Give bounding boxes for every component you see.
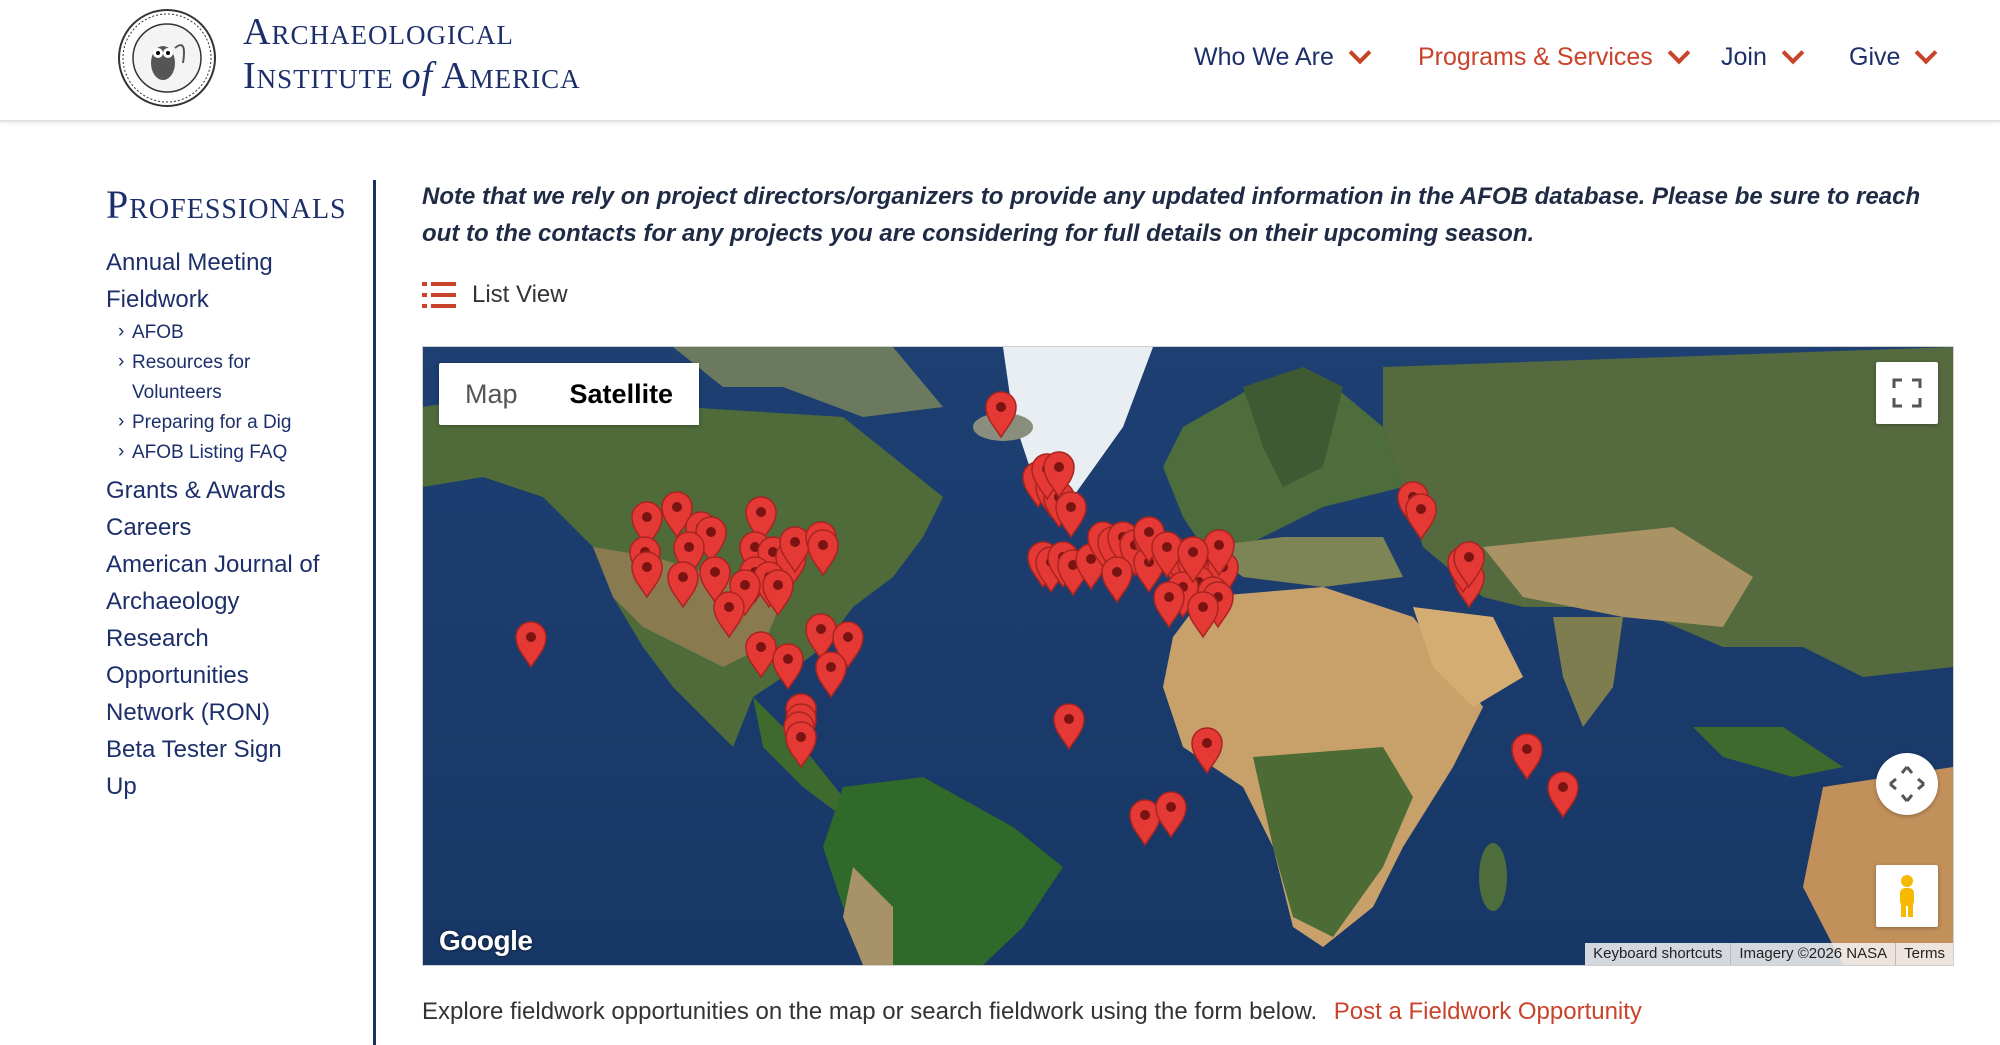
logo-word-america: America bbox=[441, 55, 581, 97]
map-marker-icon[interactable] bbox=[985, 391, 1017, 439]
list-icon bbox=[422, 282, 456, 308]
map-type-map-button[interactable]: Map bbox=[439, 363, 544, 425]
sidebar-title: Professionals bbox=[106, 182, 347, 227]
sidebar-subitem-resources-for-volunteers[interactable]: Resources for Volunteers bbox=[106, 347, 366, 408]
pan-control-button[interactable] bbox=[1876, 753, 1938, 815]
map-marker-icon[interactable] bbox=[1191, 727, 1223, 775]
map-marker-icon[interactable] bbox=[1405, 493, 1437, 541]
map-marker-icon[interactable] bbox=[1055, 491, 1087, 539]
nav-give[interactable]: Give bbox=[1849, 40, 1938, 74]
sidebar: Professionals Annual Meeting Fieldwork A… bbox=[106, 180, 366, 805]
terms-link[interactable]: Terms bbox=[1895, 943, 1953, 965]
sidebar-divider bbox=[373, 180, 376, 1045]
logo-word-institute: Institute bbox=[243, 55, 394, 97]
map-type-satellite-button[interactable]: Satellite bbox=[543, 363, 700, 425]
street-view-pegman-button[interactable] bbox=[1876, 865, 1938, 927]
pan-icon bbox=[1889, 766, 1925, 802]
map-marker-icon[interactable] bbox=[713, 591, 745, 639]
sidebar-item-fieldwork[interactable]: Fieldwork bbox=[106, 281, 366, 318]
map-marker-icon[interactable] bbox=[1053, 703, 1085, 751]
chevron-down-icon bbox=[1667, 41, 1691, 65]
nav-who-we-are-label: Who We Are bbox=[1194, 42, 1334, 71]
nav-give-label: Give bbox=[1849, 42, 1901, 71]
map-marker-icon[interactable] bbox=[815, 651, 847, 699]
sidebar-item-research-opportunities[interactable]: Research Opportunities Network (RON) bbox=[106, 620, 306, 731]
nav-programs-services[interactable]: Programs & Services bbox=[1418, 40, 1691, 74]
site-logo-text[interactable]: Archaeological Institute of America bbox=[243, 12, 581, 100]
google-logo[interactable]: Google bbox=[439, 925, 533, 957]
map-attribution: Keyboard shortcuts Imagery ©2026 NASA Te… bbox=[1585, 943, 1953, 965]
sidebar-item-american-journal[interactable]: American Journal of Archaeology bbox=[106, 546, 326, 620]
chevron-down-icon bbox=[1781, 41, 1805, 65]
map-marker-icon[interactable] bbox=[807, 529, 839, 577]
chevron-down-icon bbox=[1348, 41, 1372, 65]
afob-note: Note that we rely on project directors/o… bbox=[422, 183, 1921, 247]
nav-join[interactable]: Join bbox=[1721, 40, 1805, 74]
list-view-label: List View bbox=[472, 281, 568, 308]
pegman-icon bbox=[1900, 875, 1914, 917]
map-marker-icon[interactable] bbox=[667, 561, 699, 609]
sidebar-subitem-label: Resources for Volunteers bbox=[132, 352, 251, 403]
sidebar-item-annual-meeting[interactable]: Annual Meeting bbox=[106, 244, 366, 281]
sidebar-subitem-label: AFOB Listing FAQ bbox=[132, 442, 288, 463]
sidebar-subitem-label: Preparing for a Dig bbox=[132, 412, 292, 433]
map-marker-icon[interactable] bbox=[1187, 591, 1219, 639]
sidebar-subitem-label: AFOB bbox=[132, 322, 184, 343]
site-header: Archaeological Institute of America Who … bbox=[0, 0, 2000, 122]
map-marker-icon[interactable] bbox=[1547, 771, 1579, 819]
map-marker-icon[interactable] bbox=[762, 569, 794, 617]
sidebar-subitem-preparing-for-a-dig[interactable]: Preparing for a Dig bbox=[106, 407, 366, 438]
sidebar-subitem-afob-listing-faq[interactable]: AFOB Listing FAQ bbox=[106, 437, 366, 468]
map-type-control: Map Satellite bbox=[439, 363, 700, 425]
map-marker-icon[interactable] bbox=[1101, 556, 1133, 604]
explore-description: Explore fieldwork opportunities on the m… bbox=[422, 998, 1318, 1025]
map-marker-icon[interactable] bbox=[785, 721, 817, 769]
map-marker-icon[interactable] bbox=[515, 621, 547, 669]
list-view-toggle[interactable]: List View bbox=[422, 281, 568, 309]
logo-word-of: of bbox=[401, 55, 434, 97]
map-marker-icon[interactable] bbox=[1511, 733, 1543, 781]
map-marker-icon[interactable] bbox=[772, 643, 804, 691]
sidebar-item-beta-tester[interactable]: Beta Tester Sign Up bbox=[106, 731, 306, 805]
post-fieldwork-link[interactable]: Post a Fieldwork Opportunity bbox=[1334, 998, 1642, 1025]
logo-line-1: Archaeological bbox=[243, 11, 514, 53]
map-markers bbox=[515, 391, 1579, 847]
owl-seal-logo[interactable] bbox=[117, 8, 217, 108]
sidebar-item-grants-awards[interactable]: Grants & Awards bbox=[106, 472, 366, 509]
keyboard-shortcuts-link[interactable]: Keyboard shortcuts bbox=[1585, 943, 1730, 965]
map-marker-icon[interactable] bbox=[631, 551, 663, 599]
chevron-down-icon bbox=[1915, 41, 1938, 65]
nav-join-label: Join bbox=[1721, 42, 1767, 71]
nav-who-we-are[interactable]: Who We Are bbox=[1194, 40, 1372, 74]
imagery-credit: Imagery ©2026 NASA bbox=[1730, 943, 1895, 965]
map-marker-icon[interactable] bbox=[745, 631, 777, 679]
fullscreen-icon bbox=[1892, 378, 1922, 408]
map-marker-icon[interactable] bbox=[1155, 791, 1187, 839]
sidebar-subitem-afob[interactable]: AFOB bbox=[106, 317, 366, 348]
sidebar-item-careers[interactable]: Careers bbox=[106, 509, 366, 546]
nav-programs-services-label: Programs & Services bbox=[1418, 42, 1653, 71]
fieldwork-map[interactable]: Map Satellite Google Keyboard shortcuts … bbox=[422, 346, 1954, 966]
fullscreen-button[interactable] bbox=[1876, 362, 1938, 424]
explore-text: Explore fieldwork opportunities on the m… bbox=[422, 998, 1642, 1026]
map-marker-icon[interactable] bbox=[1153, 581, 1185, 629]
